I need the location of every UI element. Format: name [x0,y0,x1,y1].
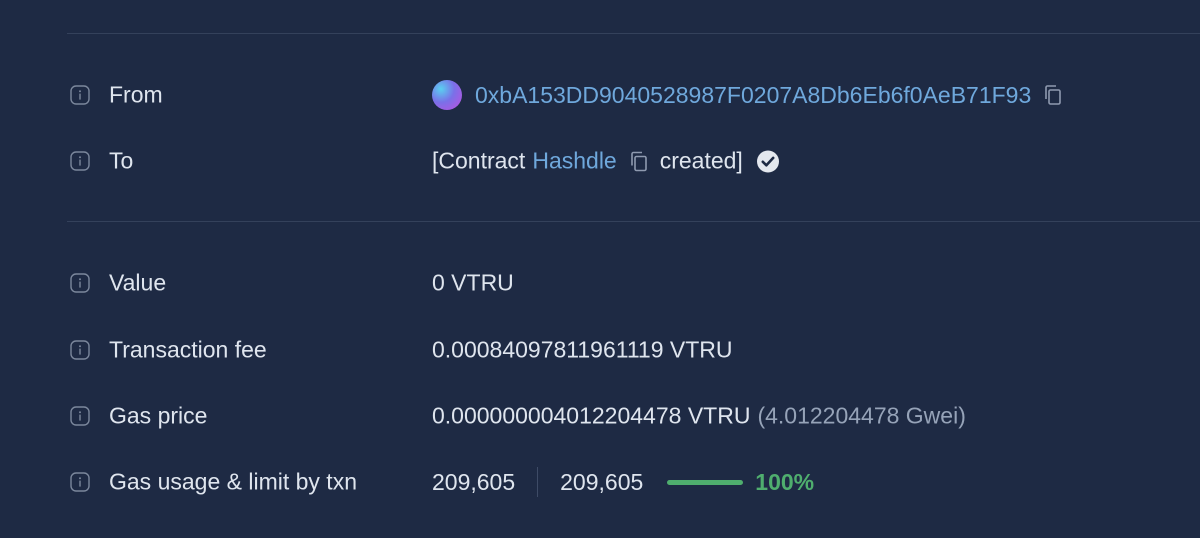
gas-usage-label: Gas usage & limit by txn [109,468,357,495]
contract-prefix: [Contract [432,147,526,174]
info-icon[interactable] [70,273,90,293]
gas-price-label: Gas price [109,402,208,429]
gas-usage-bar [667,479,744,485]
gas-limit-amount: 209,605 [560,468,644,495]
info-icon[interactable] [70,151,90,171]
contract-name-link[interactable]: Hashdle [532,148,616,175]
value-amount: 0 VTRU [432,270,514,297]
top-divider [67,33,1200,34]
contract-suffix: created] [659,147,743,174]
check-circle-icon [756,150,779,172]
row-to: To [Contract Hashdle created] [0,141,1200,181]
info-icon[interactable] [70,85,90,105]
gas-usage-amount: 209,605 [432,468,516,495]
transaction-fee-label: Transaction fee [109,336,267,363]
address-avatar [432,80,462,110]
transaction-fee-text: 0.00084097811961119 VTRU [432,336,733,363]
row-gas-price: Gas price 0.000000004012204478 VTRU (4.0… [0,396,1200,436]
row-from: From 0xbA153DD9040528987F0207A8Db6Eb6f0A… [0,75,1200,115]
copy-icon[interactable] [1043,84,1063,106]
gas-usage-value: 209,605 209,605 100% [432,467,814,497]
transaction-details: From 0xbA153DD9040528987F0207A8Db6Eb6f0A… [0,0,1200,538]
middle-divider [67,221,1200,222]
gas-price-value: 0.000000004012204478 VTRU (4.012204478 G… [432,403,966,430]
info-icon[interactable] [70,340,90,360]
copy-icon[interactable] [629,150,649,172]
to-value: [Contract Hashdle created] [432,148,780,175]
row-value: Value 0 VTRU [0,263,1200,303]
to-label: To [109,147,134,174]
info-icon[interactable] [70,472,90,492]
from-label: From [109,81,163,108]
gas-price-vtru: 0.000000004012204478 VTRU [432,402,751,429]
info-icon[interactable] [70,406,90,426]
value-amount-text: 0 VTRU [432,269,514,296]
transaction-fee-value: 0.00084097811961119 VTRU [432,337,733,364]
from-value: 0xbA153DD9040528987F0207A8Db6Eb6f0AeB71F… [432,80,1063,110]
row-gas-usage: Gas usage & limit by txn 209,605 209,605… [0,462,1200,502]
gas-usage-percent: 100% [755,468,815,495]
row-transaction-fee: Transaction fee 0.00084097811961119 VTRU [0,330,1200,370]
value-label: Value [109,269,167,296]
gas-price-gwei: (4.012204478 Gwei) [757,402,966,429]
from-address-link[interactable]: 0xbA153DD9040528987F0207A8Db6Eb6f0AeB71F… [475,82,1031,109]
gas-separator [537,467,539,497]
